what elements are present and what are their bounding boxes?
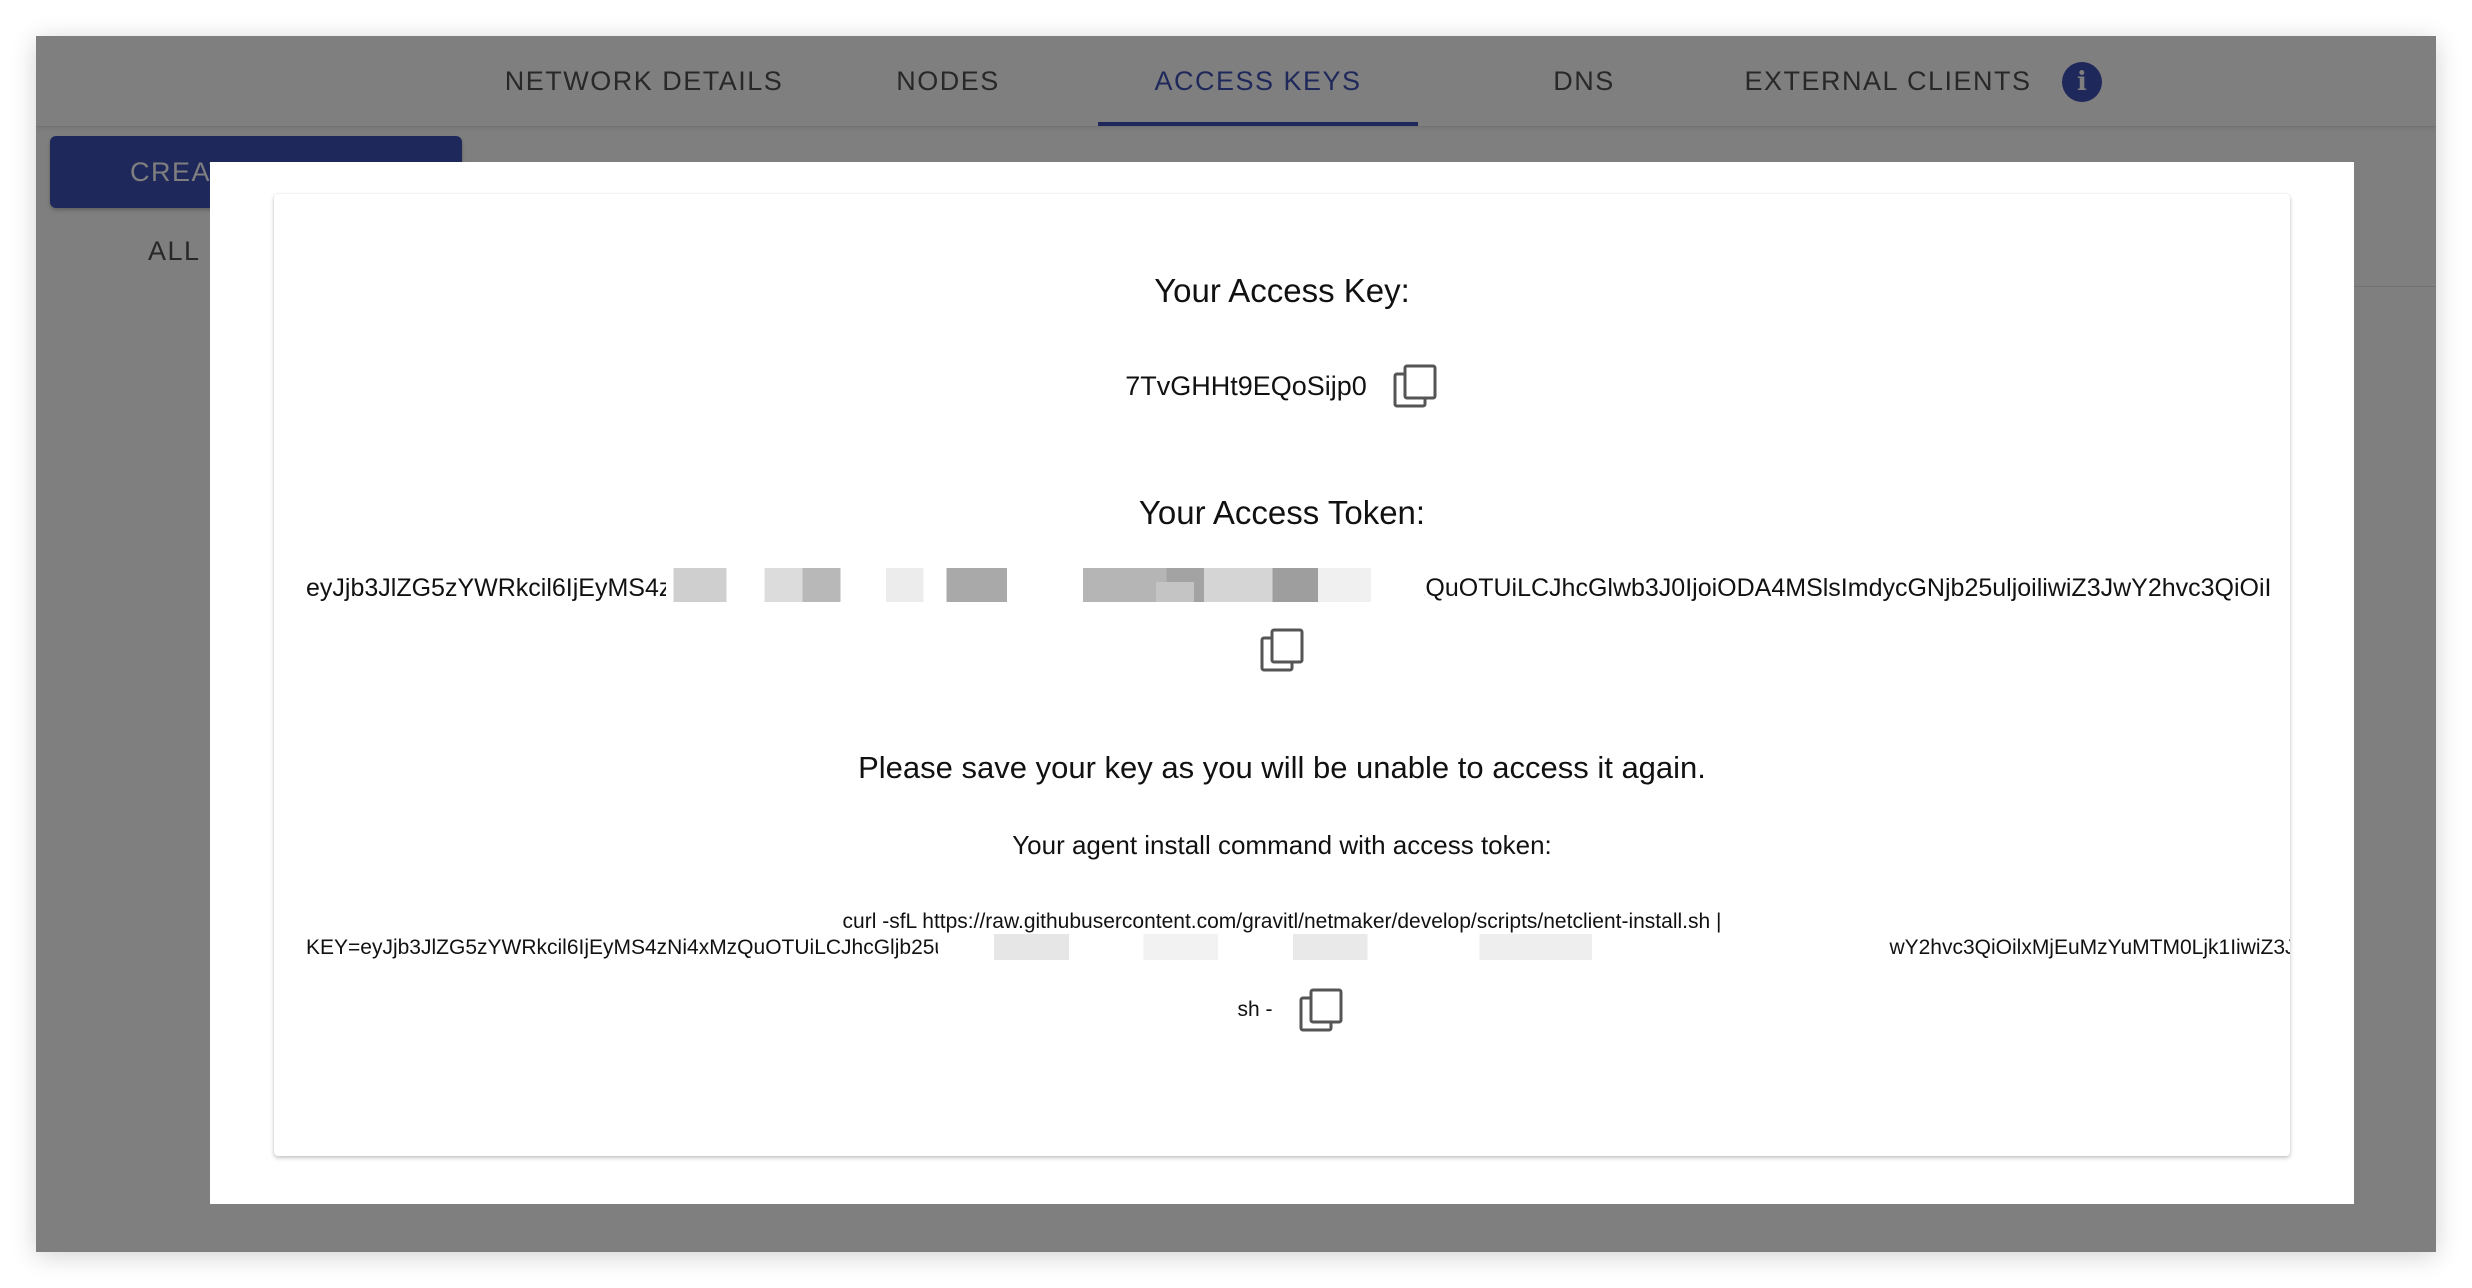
access-token-prefix: eyJjb3JlZG5zYWRkcil6IjEyMS4z (306, 574, 672, 602)
access-key-row: 7TvGHHt9EQoSijp0 (274, 362, 2290, 410)
install-command-label: Your agent install command with access t… (1012, 830, 1552, 860)
token-redaction-blur (666, 568, 1424, 602)
copy-icon[interactable] (1258, 626, 1306, 674)
app-window: NETWORK DETAILS NODES ACCESS KEYS DNS EX… (36, 36, 2436, 1252)
install-command-row: sh - (274, 986, 2290, 1034)
access-key-card: Your Access Key: 7TvGHHt9EQoSijp0 Your A… (274, 194, 2290, 1156)
access-token-heading: Your Access Token: (1138, 494, 1426, 531)
install-command-key-suffix: wY2hvc3QiOilxMjEuMzYuMTM0Ljk1IiwiZ3JwY (1889, 936, 2290, 959)
access-key-value: 7TvGHHt9EQoSijp0 (1125, 370, 1367, 401)
copy-icon[interactable] (1297, 986, 1345, 1034)
access-key-dialog: Your Access Key: 7TvGHHt9EQoSijp0 Your A… (210, 162, 2354, 1204)
install-command-line-1: curl -sfL https://raw.githubusercontent.… (842, 910, 1722, 933)
copy-token-button[interactable] (1258, 626, 1306, 674)
install-command-key-prefix: KEY=eyJjb3JlZG5zYWRkcil6IjEyMS4zNi4xMzQu… (306, 936, 956, 959)
access-token-suffix: lzQuOTUiLCJhcGlwb3J0IjoiODA4MSlsImdycGNj… (1407, 574, 2272, 602)
command-redaction-blur (938, 934, 1872, 960)
copy-icon[interactable] (1391, 362, 1439, 410)
install-command-line-3: sh - (1237, 998, 1273, 1021)
save-key-warning: Please save your key as you will be unab… (858, 750, 1706, 785)
access-key-heading: Your Access Key: (1154, 272, 1410, 309)
